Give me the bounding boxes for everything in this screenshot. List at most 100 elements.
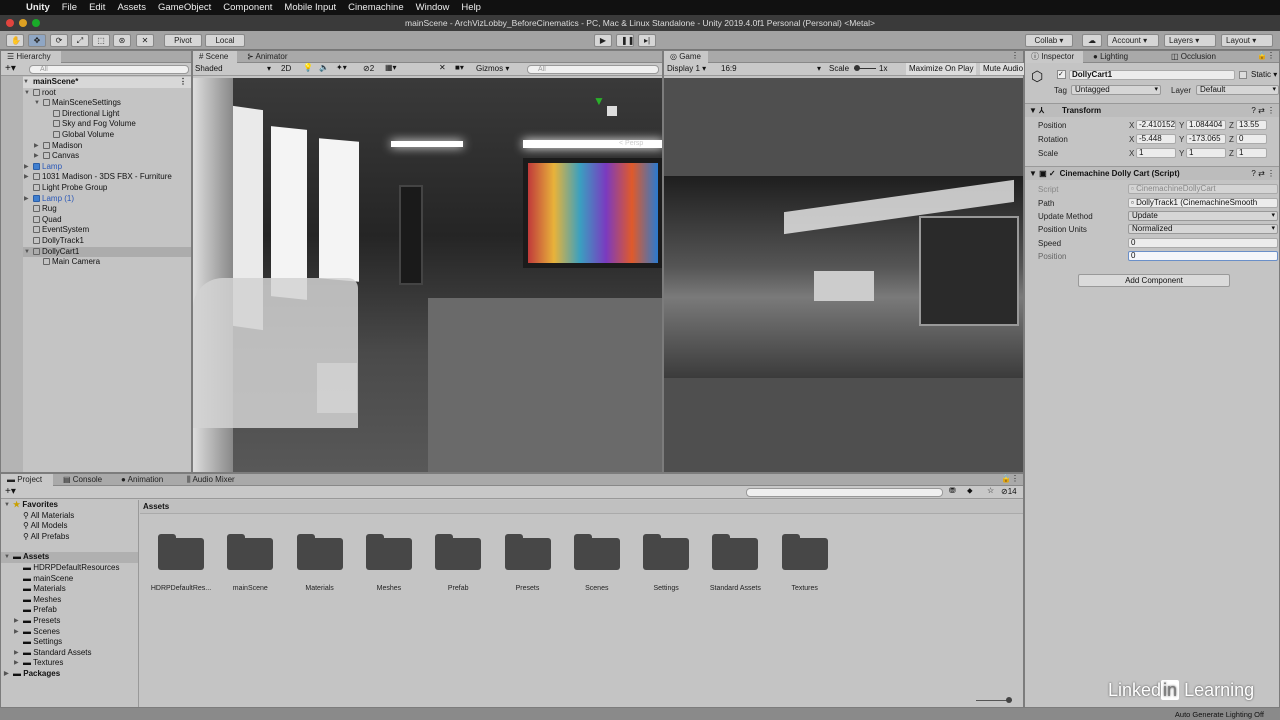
tab-lighting[interactable]: ● Lighting bbox=[1087, 51, 1134, 63]
menu-cinemachine[interactable]: Cinemachine bbox=[348, 2, 403, 13]
folder-label[interactable]: Presets bbox=[488, 585, 568, 592]
hierarchy-item[interactable]: Light Probe Group bbox=[23, 183, 191, 194]
object-name-input[interactable]: DollyCart1 bbox=[1069, 70, 1235, 80]
x-axis-label[interactable]: X bbox=[1129, 121, 1134, 130]
lighting-status[interactable]: Auto Generate Lighting Off bbox=[1175, 710, 1264, 719]
search-by-type-icon[interactable]: ⛃ bbox=[949, 486, 956, 495]
hierarchy-item[interactable]: Rug bbox=[23, 204, 191, 215]
scene-menu-icon[interactable]: ⋮ bbox=[179, 77, 187, 88]
y-axis-label[interactable]: Y bbox=[1179, 121, 1184, 130]
folder-label[interactable]: Materials bbox=[280, 585, 360, 592]
rotation-x-input[interactable]: -5.448 bbox=[1136, 134, 1176, 144]
create-button[interactable]: +▾ bbox=[5, 63, 16, 74]
move-tool-icon[interactable]: ✥ bbox=[28, 34, 46, 47]
z-axis-label[interactable]: Z bbox=[1229, 135, 1234, 144]
z-axis-label[interactable]: Z bbox=[1229, 149, 1234, 158]
tag-dropdown[interactable]: Untagged bbox=[1071, 85, 1161, 95]
path-field[interactable]: ▫ DollyTrack1 (CinemachineSmooth bbox=[1128, 198, 1278, 208]
tab-occlusion[interactable]: ◫ Occlusion bbox=[1165, 51, 1222, 63]
packages-item[interactable]: ▶ ▬ Packages bbox=[1, 669, 138, 680]
scene-search-input[interactable]: All bbox=[527, 65, 659, 74]
favorites-item[interactable]: ▼ ★ Favorites bbox=[1, 500, 138, 511]
hierarchy-item[interactable]: ▼ root bbox=[23, 88, 191, 99]
y-axis-label[interactable]: Y bbox=[1179, 135, 1184, 144]
account-dropdown[interactable]: Account ▾ bbox=[1107, 34, 1159, 47]
game-viewport[interactable] bbox=[664, 78, 1023, 472]
rotation-z-input[interactable]: 0 bbox=[1236, 134, 1267, 144]
tab-hierarchy[interactable]: ☰ Hierarchy bbox=[1, 51, 61, 63]
asset-folder-item[interactable]: ▬ Meshes bbox=[1, 595, 138, 606]
folder-icon[interactable] bbox=[643, 534, 690, 570]
hierarchy-item[interactable]: ▼ DollyCart1 bbox=[23, 246, 191, 258]
expand-arrow-icon[interactable]: ▶ bbox=[24, 194, 29, 205]
lock-icon[interactable]: 🔒⋮ bbox=[1257, 51, 1275, 60]
layout-dropdown[interactable]: Layout ▾ bbox=[1221, 34, 1273, 47]
asset-folder-item[interactable]: ▬ HDRPDefaultResources bbox=[1, 563, 138, 574]
position-label[interactable]: Position bbox=[1038, 252, 1066, 261]
tab-animator[interactable]: ⊱ Animator bbox=[241, 51, 294, 63]
x-axis-label[interactable]: X bbox=[1129, 149, 1134, 158]
step-button[interactable]: ▸| bbox=[638, 34, 656, 47]
expand-arrow-icon[interactable]: ▼ bbox=[24, 88, 30, 99]
hierarchy-item[interactable]: Global Volume bbox=[23, 130, 191, 141]
mute-audio-toggle[interactable]: Mute Audio bbox=[980, 63, 1024, 75]
assets-breadcrumb[interactable]: Assets bbox=[140, 500, 1023, 514]
gizmos-dropdown[interactable]: Gizmos ▾ bbox=[476, 64, 509, 73]
component-menu-icon[interactable]: ? ⇄ ⋮ bbox=[1251, 167, 1275, 181]
favorite-search-item[interactable]: ⚲ All Prefabs bbox=[1, 532, 138, 543]
update-method-dropdown[interactable]: Update bbox=[1128, 211, 1278, 221]
project-search-input[interactable] bbox=[746, 488, 943, 497]
tab-console[interactable]: ▤ Console bbox=[57, 474, 108, 486]
hierarchy-item[interactable]: ▶ Lamp (1) bbox=[23, 194, 191, 205]
hierarchy-item[interactable]: ▶ Lamp bbox=[23, 162, 191, 173]
speed-input[interactable]: 0 bbox=[1128, 238, 1278, 248]
panel-menu-icon[interactable]: ⋮ bbox=[1011, 51, 1019, 60]
tab-audio-mixer[interactable]: ⫼ Audio Mixer bbox=[181, 474, 241, 486]
scene-gizmo-y-axis[interactable]: ▼ bbox=[593, 94, 605, 108]
aspect-dropdown[interactable]: 16:9 ▾ bbox=[721, 64, 821, 73]
custom-tool-icon[interactable]: ✕ bbox=[136, 34, 154, 47]
expand-arrow-icon[interactable]: ▶ bbox=[14, 627, 19, 638]
camera-settings-icon[interactable]: ■▾ bbox=[455, 63, 464, 72]
menu-mobile-input[interactable]: Mobile Input bbox=[284, 2, 336, 13]
y-axis-label[interactable]: Y bbox=[1179, 149, 1184, 158]
asset-folder-item[interactable]: ▶ ▬ Scenes bbox=[1, 627, 138, 638]
folder-label[interactable]: Standard Assets bbox=[695, 585, 775, 592]
menu-help[interactable]: Help bbox=[461, 2, 481, 13]
position-x-input[interactable]: -2.410152 bbox=[1136, 120, 1176, 130]
pause-button[interactable]: ❚❚ bbox=[616, 34, 634, 47]
hierarchy-item[interactable]: DollyTrack1 bbox=[23, 236, 191, 247]
assets-root-item[interactable]: ▼ ▬ Assets bbox=[1, 552, 138, 563]
play-button[interactable]: ▶ bbox=[594, 34, 612, 47]
pivot-toggle[interactable]: Pivot bbox=[164, 34, 202, 47]
close-window-button[interactable] bbox=[6, 19, 14, 27]
add-component-button[interactable]: Add Component bbox=[1078, 274, 1230, 287]
z-axis-label[interactable]: Z bbox=[1229, 121, 1234, 130]
expand-arrow-icon[interactable]: ▼ bbox=[24, 247, 30, 258]
folder-icon[interactable] bbox=[158, 534, 204, 570]
position-y-input[interactable]: 1.084404 bbox=[1186, 120, 1226, 130]
menu-assets[interactable]: Assets bbox=[117, 2, 146, 13]
2d-toggle[interactable]: 2D bbox=[281, 64, 291, 73]
lock-icon[interactable]: 🔒⋮ bbox=[1001, 474, 1019, 483]
menu-edit[interactable]: Edit bbox=[89, 2, 105, 13]
folder-icon[interactable] bbox=[435, 534, 482, 570]
hidden-objects-toggle[interactable]: ⊘2 bbox=[363, 64, 374, 73]
scale-tool-icon[interactable]: ⤢ bbox=[71, 34, 89, 47]
favorite-star-icon[interactable]: ☆ bbox=[987, 486, 994, 495]
grid-toggle-icon[interactable]: ▦▾ bbox=[385, 63, 397, 72]
layer-dropdown[interactable]: Default bbox=[1196, 85, 1279, 95]
zoom-window-button[interactable] bbox=[32, 19, 40, 27]
shading-mode-dropdown[interactable]: Shaded ▾ bbox=[195, 64, 271, 73]
hierarchy-item[interactable]: Main Camera bbox=[23, 257, 191, 268]
folder-label[interactable]: Textures bbox=[765, 585, 845, 592]
hierarchy-search-input[interactable]: All bbox=[29, 65, 189, 74]
tab-game[interactable]: ◎ Game bbox=[664, 51, 708, 63]
lighting-toggle-icon[interactable]: 💡 bbox=[303, 63, 313, 72]
create-asset-button[interactable]: +▾ bbox=[5, 486, 16, 497]
scale-y-input[interactable]: 1 bbox=[1186, 148, 1226, 158]
position-units-dropdown[interactable]: Normalized bbox=[1128, 224, 1278, 234]
scale-z-input[interactable]: 1 bbox=[1236, 148, 1267, 158]
asset-folder-item[interactable]: ▬ Prefab bbox=[1, 605, 138, 616]
hierarchy-item[interactable]: EventSystem bbox=[23, 225, 191, 236]
